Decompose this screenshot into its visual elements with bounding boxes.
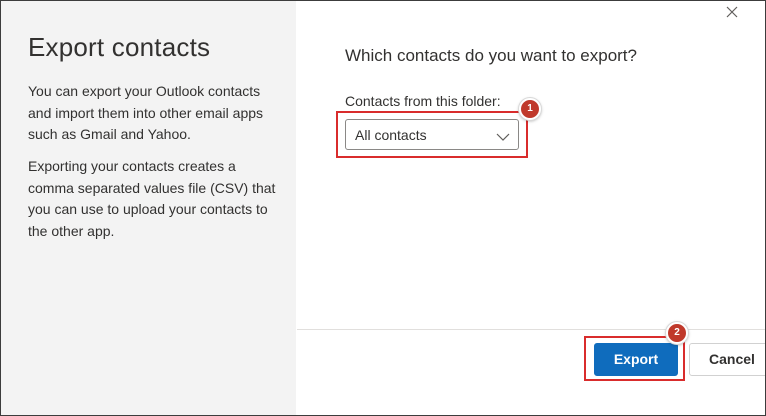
step-1-badge: 1 xyxy=(519,98,541,120)
close-icon[interactable] xyxy=(724,4,740,20)
description-paragraph: You can export your Outlook contacts and… xyxy=(28,83,264,142)
info-panel: Export contacts You can export your Outl… xyxy=(1,1,296,415)
dialog-title: Export contacts xyxy=(28,32,211,62)
highlight-export-button xyxy=(584,336,685,381)
highlight-folder-dropdown xyxy=(336,111,528,158)
export-question: Which contacts do you want to export? xyxy=(345,46,637,65)
footer-divider xyxy=(297,329,765,330)
folder-label: Contacts from this folder: xyxy=(345,93,501,109)
csv-explanation-paragraph: Exporting your contacts creates a comma … xyxy=(28,158,276,239)
step-2-badge: 2 xyxy=(666,322,688,344)
export-contacts-dialog: Export contacts You can export your Outl… xyxy=(0,0,766,416)
cancel-button[interactable]: Cancel xyxy=(689,343,765,376)
